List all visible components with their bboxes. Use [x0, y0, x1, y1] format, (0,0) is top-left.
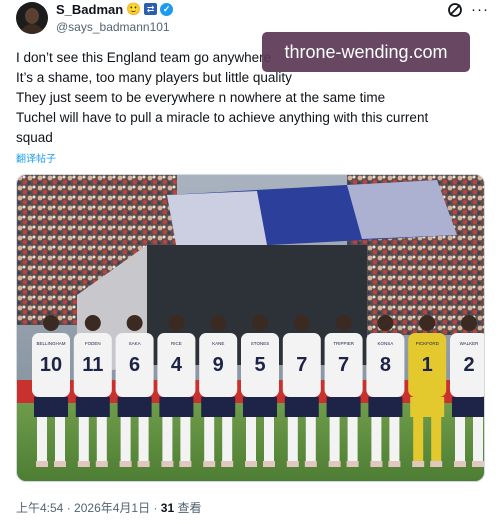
- views-label: 查看: [177, 501, 202, 515]
- player-name: BELLINGHAM: [36, 341, 65, 346]
- player-name: RICE: [171, 341, 182, 346]
- player-name: PICKFORD: [416, 341, 440, 346]
- player-name: KONSA: [378, 341, 394, 346]
- player-name: TRIPPIER: [333, 341, 355, 346]
- player-name: FODEN: [85, 341, 101, 346]
- more-options-icon[interactable]: ···: [471, 1, 489, 18]
- verified-badge-icon[interactable]: ✓: [160, 2, 174, 16]
- player-number: 5: [254, 354, 265, 376]
- player-name: WALKER: [460, 341, 480, 346]
- tweet-line: They just seem to be everywhere n nowher…: [16, 90, 386, 105]
- smile-emoji: 🙂: [126, 1, 142, 16]
- grok-icon[interactable]: [447, 2, 463, 18]
- watermark-banner: throne-wending.com: [262, 32, 470, 72]
- player-number: 8: [380, 354, 391, 376]
- user-handle[interactable]: @says_badmann101: [56, 20, 170, 34]
- player-number: 10: [40, 354, 62, 376]
- display-name[interactable]: S_Badman: [56, 2, 123, 17]
- player-number: 2: [463, 354, 474, 376]
- name-row[interactable]: S_Badman 🙂 ⇄ ✓: [56, 1, 174, 17]
- separator: ·: [66, 501, 71, 515]
- tweet-footer: 上午4:54 · 2026年4月1日 · 31 查看: [16, 499, 202, 516]
- avatar[interactable]: [16, 2, 48, 34]
- photo-scene: BELLINGHAM 10 FODEN 11 SAKA 6 RICE 4 KANE 9 STONES…: [17, 175, 484, 481]
- player-number: 7: [338, 354, 349, 376]
- post-time[interactable]: 上午4:54: [16, 501, 63, 515]
- separator: ·: [153, 501, 158, 515]
- tweet-photo[interactable]: BELLINGHAM 10 FODEN 11 SAKA 6 RICE 4 KANE 9 STONES…: [16, 174, 485, 482]
- player-name: STONES: [251, 341, 269, 346]
- player-number: 4: [171, 354, 183, 376]
- translate-post-link[interactable]: 翻译帖子: [16, 150, 56, 165]
- post-date[interactable]: 2026年4月1日: [74, 501, 150, 515]
- player-number: 1: [422, 354, 433, 376]
- player-name: KANE: [212, 341, 224, 346]
- arrows-badge-icon: ⇄: [144, 3, 158, 15]
- player-number: 6: [129, 354, 140, 376]
- player-name: SAKA: [129, 341, 141, 346]
- player-number: 11: [82, 354, 103, 376]
- tweet-line: Tuchel will have to pull a miracle to ac…: [16, 110, 429, 125]
- player-number: 9: [213, 354, 224, 376]
- player-number: 7: [296, 354, 307, 376]
- tweet-line: squad: [16, 130, 53, 145]
- views-count: 31: [160, 501, 175, 515]
